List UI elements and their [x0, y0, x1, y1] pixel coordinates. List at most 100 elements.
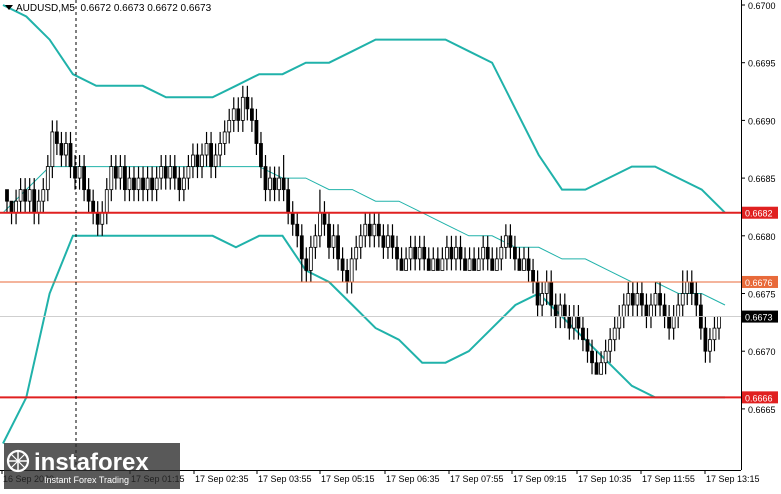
- bar-body: [540, 293, 545, 306]
- bar-body: [5, 189, 9, 202]
- bar-body: [218, 143, 223, 156]
- dropdown-triangle-icon[interactable]: [5, 5, 13, 10]
- bar-body: [386, 235, 390, 248]
- bar-body: [708, 339, 712, 352]
- bar-body: [440, 258, 445, 271]
- bar-body: [109, 166, 114, 191]
- y-tick-label: 0.6690: [748, 116, 776, 126]
- bar-body: [626, 293, 631, 306]
- bar-body: [64, 143, 68, 156]
- bar-body: [526, 258, 531, 271]
- bar-body: [213, 154, 218, 167]
- x-tick-label: 17 Sep 13:15: [706, 474, 760, 484]
- bar-body: [472, 258, 477, 271]
- bar-body: [585, 339, 590, 352]
- bar-body: [463, 258, 467, 271]
- bar-body: [476, 258, 481, 271]
- bar-body: [694, 293, 699, 306]
- bar-body: [186, 166, 191, 179]
- bar-body: [676, 304, 681, 317]
- bar-body: [381, 235, 386, 248]
- bar-body: [513, 246, 517, 260]
- instaforex-logo: instaforex Instant Forex Trading: [4, 443, 180, 489]
- bar-body: [640, 293, 644, 306]
- y-tick-label: 0.6675: [748, 290, 776, 300]
- bar-body: [594, 362, 599, 375]
- bar-body: [59, 143, 64, 156]
- bar-body: [145, 177, 150, 191]
- bar-body: [449, 246, 454, 260]
- bar-body: [485, 246, 490, 260]
- bar-body: [32, 189, 37, 214]
- bar-body: [113, 166, 118, 179]
- bar-body: [689, 281, 694, 294]
- bar-body: [209, 143, 213, 167]
- bar-body: [77, 166, 82, 179]
- bar-body: [590, 350, 594, 364]
- bar-body: [9, 200, 14, 214]
- bar-body: [222, 131, 227, 144]
- bar-body: [14, 200, 18, 214]
- bar-body: [435, 258, 440, 271]
- bar-body: [277, 177, 282, 191]
- bar-body: [136, 177, 141, 191]
- bar-body: [499, 246, 504, 260]
- bar-body: [23, 189, 28, 202]
- bar-body: [367, 223, 372, 237]
- bar-body: [231, 108, 236, 121]
- bar-body: [717, 316, 721, 329]
- bar-body: [195, 154, 200, 167]
- x-tick-label: 17 Sep 11:55: [642, 474, 695, 484]
- chart-header: AUDUSD,M5 0.6672 0.6673 0.6672 0.6673: [5, 3, 211, 14]
- bar-body: [36, 200, 41, 214]
- bar-body: [168, 166, 173, 179]
- bar-body: [649, 304, 653, 317]
- bar-body: [481, 246, 486, 260]
- bar-body: [503, 235, 508, 248]
- bar-body: [254, 120, 259, 144]
- bar-body: [522, 258, 526, 271]
- bar-body: [576, 316, 581, 329]
- current-price-label: 0.6673: [745, 313, 773, 323]
- bar-body: [408, 246, 413, 260]
- bar-body: [426, 258, 431, 271]
- bar-body: [336, 235, 340, 260]
- bar-body: [517, 258, 522, 271]
- bar-body: [236, 108, 241, 121]
- bar-body: [100, 212, 105, 225]
- bar-body: [531, 270, 535, 283]
- chart-area[interactable]: 0.6682 0.6676 0.6666 0.6673 0.6700 0.6695 0.6…: [0, 0, 781, 489]
- bar-body: [454, 246, 458, 260]
- bar-body: [191, 154, 195, 167]
- y-tick-label: 0.6695: [748, 59, 776, 69]
- bar-body: [27, 189, 32, 202]
- price-chart[interactable]: 0.6682 0.6676 0.6666 0.6673 0.6700 0.6695 0.6…: [0, 0, 781, 489]
- bar-body: [45, 166, 50, 191]
- bar-body: [327, 223, 331, 248]
- bar-body: [395, 246, 399, 260]
- bar-body: [245, 96, 250, 110]
- bar-body: [159, 166, 164, 179]
- bar-body: [571, 316, 576, 329]
- bar-body: [259, 143, 263, 167]
- bar-body: [104, 189, 109, 214]
- bar-body: [286, 189, 291, 214]
- bar-body: [150, 177, 155, 191]
- bar-body: [204, 143, 209, 156]
- logo-brand-text: instaforex: [34, 449, 149, 476]
- bar-body: [549, 281, 554, 306]
- bar-body: [50, 131, 55, 167]
- bar-body: [240, 96, 245, 121]
- ohlc-values: 0.6672 0.6673 0.6672 0.6673: [80, 3, 212, 14]
- bar-body: [653, 293, 658, 306]
- bar-body: [91, 200, 96, 214]
- bar-body: [630, 293, 635, 306]
- y-tick-label: 0.6665: [748, 405, 776, 415]
- bar-body: [318, 212, 322, 237]
- bar-body: [181, 177, 186, 191]
- bar-body: [422, 246, 427, 260]
- bar-body: [599, 362, 603, 375]
- bar-body: [635, 293, 640, 306]
- bar-body: [177, 177, 182, 191]
- bar-body: [304, 258, 309, 271]
